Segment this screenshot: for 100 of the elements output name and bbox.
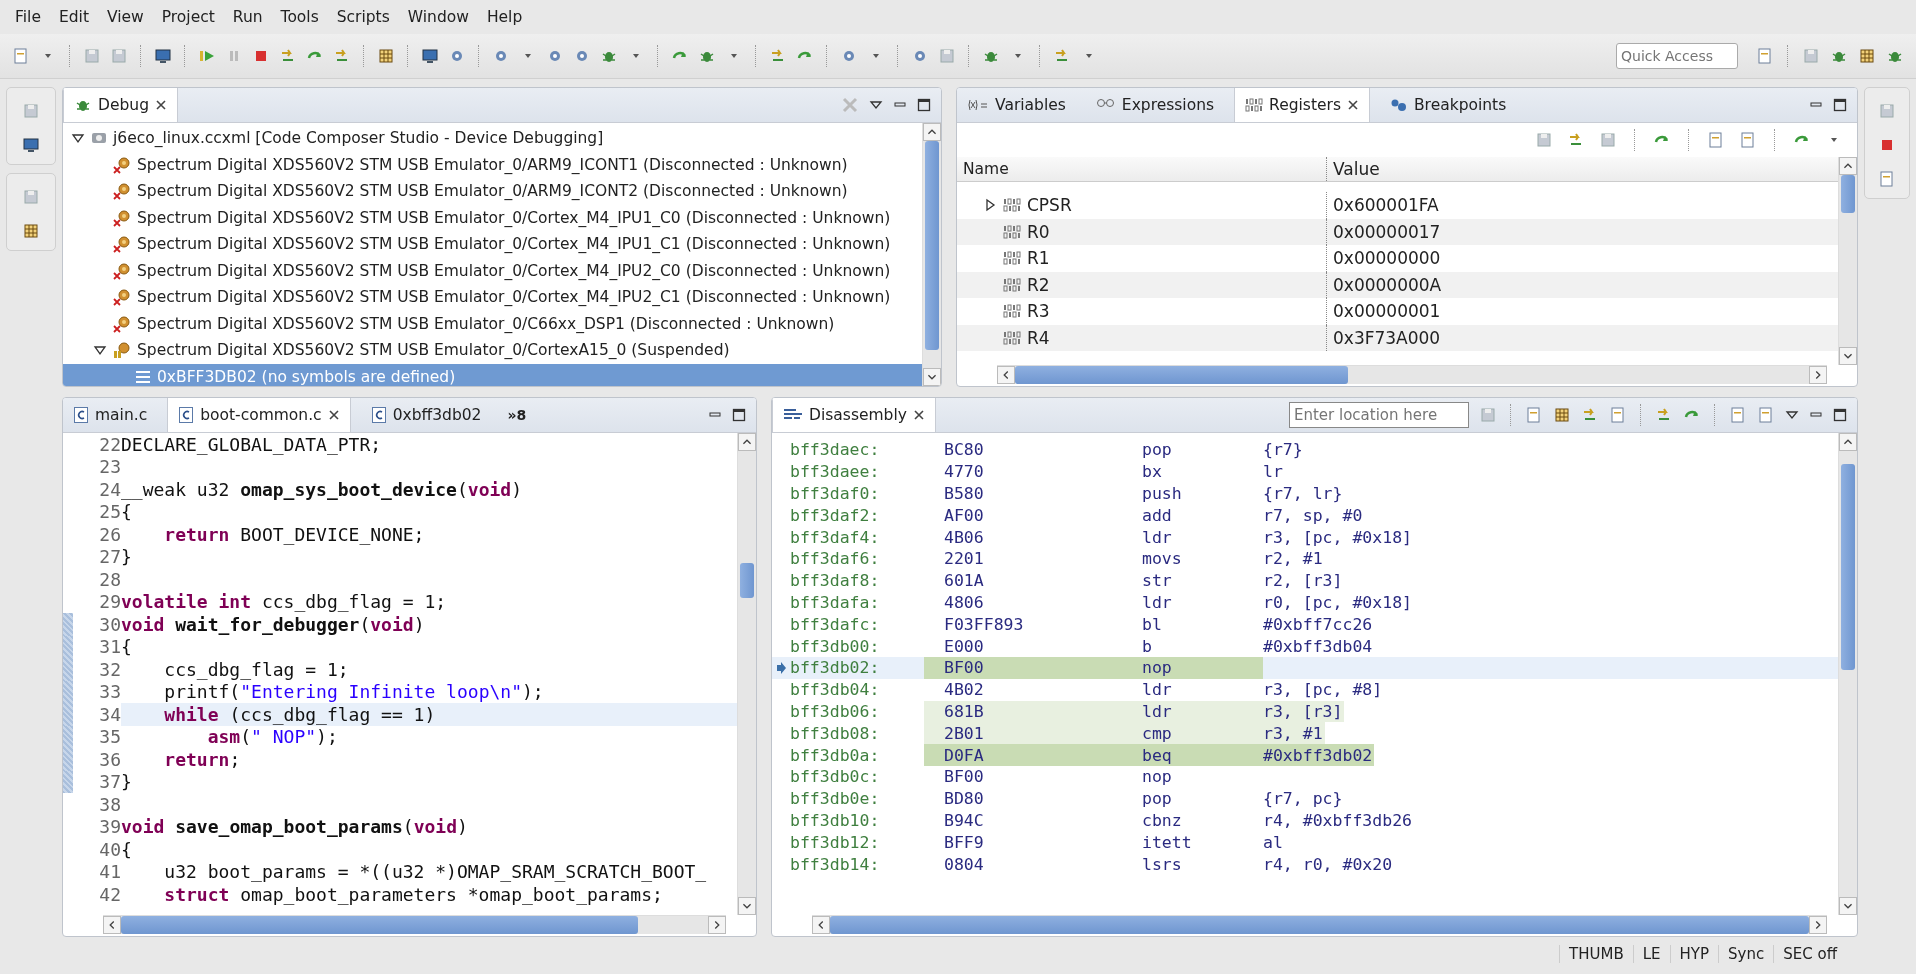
line-number: 25 <box>98 501 121 523</box>
status-item: LE <box>1632 945 1670 963</box>
tree-item[interactable]: Spectrum Digital XDS560V2 STM USB Emulator_0/Cortex_M4_IPU2_C1 (Disconnected : Unknown) <box>63 284 922 311</box>
editor-tab[interactable]: boot-common.c <box>167 398 351 432</box>
code-line: return BOOT_DEVICE_NONE; <box>163 523 425 545</box>
menu-item[interactable]: Run <box>225 5 270 29</box>
vertical-scrollbar[interactable] <box>1838 433 1857 915</box>
scroll-left-icon[interactable] <box>997 366 1015 384</box>
mnemonic: beq <box>1142 745 1173 765</box>
menu-item[interactable]: File <box>8 5 48 29</box>
view-tab[interactable]: Breakpoints <box>1379 88 1517 122</box>
operands: r0, [pc, #0x18] <box>1263 592 1413 612</box>
suspended-target-icon <box>112 340 132 361</box>
debug-tab[interactable]: Debug <box>63 88 178 122</box>
mnemonic: nop <box>1142 767 1173 787</box>
horizontal-scrollbar[interactable] <box>103 915 726 934</box>
more-tabs-button[interactable]: »8 <box>501 407 533 423</box>
address: bff3dafa: <box>790 592 881 612</box>
mnemonic: pop <box>1142 789 1173 809</box>
code-line: { <box>121 636 132 658</box>
maximize-icon[interactable] <box>1833 98 1847 112</box>
tree-item[interactable]: Spectrum Digital XDS560V2 STM USB Emulator_0/Cortex_M4_IPU1_C0 (Disconnected : Unknown) <box>63 204 922 231</box>
scroll-thumb[interactable] <box>1841 464 1855 670</box>
scroll-thumb[interactable] <box>925 141 939 350</box>
mnemonic: bl <box>1142 614 1163 634</box>
address: bff3db0a: <box>790 745 881 765</box>
code-line: printf("Entering Infinite loop\n"); <box>163 681 544 703</box>
menu-item[interactable]: View <box>99 5 151 29</box>
register-value: 0x00000000 <box>1332 248 1441 269</box>
scroll-thumb[interactable] <box>740 562 754 599</box>
scroll-thumb[interactable] <box>1841 175 1855 213</box>
column-header[interactable]: Value <box>1327 159 1380 179</box>
editor-tab[interactable]: 0xbff3db02 <box>360 398 492 432</box>
mnemonic: str <box>1142 571 1173 591</box>
close-icon[interactable] <box>155 99 167 111</box>
vertical-scrollbar[interactable] <box>1838 157 1857 365</box>
close-icon[interactable] <box>1346 99 1359 111</box>
maximize-icon[interactable] <box>1833 408 1847 422</box>
vertical-scrollbar[interactable] <box>922 123 941 386</box>
view-tab[interactable]: Expressions <box>1085 88 1225 122</box>
scroll-right-icon[interactable] <box>1809 366 1827 384</box>
monitor-icon[interactable] <box>154 47 172 65</box>
scroll-right-icon[interactable] <box>1809 916 1827 934</box>
mnemonic: bx <box>1142 462 1163 482</box>
tree-item[interactable]: Spectrum Digital XDS560V2 STM USB Emulator_0/C66xx_DSP1 (Disconnected : Unknown) <box>63 310 922 337</box>
opcode: AF00 <box>943 505 985 525</box>
column-header[interactable]: Name <box>957 157 1327 181</box>
view-tab[interactable]: Registers <box>1234 88 1370 122</box>
line-number: 38 <box>98 793 121 815</box>
opcode: 0804 <box>943 854 985 874</box>
address: bff3daec: <box>790 440 881 460</box>
tree-item[interactable]: Spectrum Digital XDS560V2 STM USB Emulator_0/CortexA15_0 (Suspended) <box>63 337 922 364</box>
maximize-icon[interactable] <box>732 408 746 422</box>
scroll-left-icon[interactable] <box>812 916 830 934</box>
scroll-up-icon[interactable] <box>1839 433 1857 451</box>
scroll-thumb[interactable] <box>121 916 638 934</box>
new-icon[interactable] <box>1707 131 1725 149</box>
menu-item[interactable]: Tools <box>273 5 326 29</box>
scroll-left-icon[interactable] <box>103 916 121 934</box>
close-icon[interactable] <box>912 409 925 421</box>
opcode: 601A <box>943 571 985 591</box>
tree-item[interactable]: Spectrum Digital XDS560V2 STM USB Emulator_0/Cortex_M4_IPU1_C1 (Disconnected : Unknown) <box>63 231 922 258</box>
operands: r2, [r3] <box>1263 571 1344 591</box>
operands: {r7, lr} <box>1263 484 1344 503</box>
tree-item[interactable]: Spectrum Digital XDS560V2 STM USB Emulator_0/ARM9_ICONT2 (Disconnected : Unknown) <box>63 178 922 205</box>
menu-item[interactable]: Project <box>154 5 222 29</box>
address: bff3daf6: <box>790 549 881 569</box>
code-line: volatile int ccs_dbg_flag = 1; <box>121 591 447 613</box>
menu-item[interactable]: Edit <box>51 5 96 29</box>
scroll-thumb[interactable] <box>1015 366 1349 384</box>
line-number: 40 <box>98 838 121 860</box>
expand-arrow-icon[interactable] <box>983 198 997 213</box>
quick-access-field[interactable]: Quick Access <box>1616 43 1738 69</box>
line-number: 23 <box>98 456 121 478</box>
grid-icon[interactable] <box>377 47 395 65</box>
view-tab[interactable]: Variables <box>957 88 1076 122</box>
tree-item[interactable]: Spectrum Digital XDS560V2 STM USB Emulator_0/Cortex_M4_IPU2_C0 (Disconnected : Unknown) <box>63 257 922 284</box>
tree-item[interactable]: j6eco_linux.ccxml [Code Composer Studio - Device Debugging] <box>63 125 922 152</box>
maximize-icon[interactable] <box>917 98 931 112</box>
new-file-icon[interactable] <box>12 47 30 65</box>
editor-tab[interactable]: main.c <box>63 398 158 432</box>
scroll-down-icon[interactable] <box>1839 897 1857 915</box>
location-field[interactable]: Enter location here <box>1289 402 1469 428</box>
close-icon[interactable] <box>327 409 340 421</box>
vertical-scrollbar[interactable] <box>737 433 756 915</box>
disassembly-tab[interactable]: Disassembly <box>772 398 936 432</box>
scroll-right-icon[interactable] <box>708 916 726 934</box>
new-icon[interactable] <box>1729 406 1747 424</box>
scroll-up-icon[interactable] <box>923 123 941 141</box>
tree-item[interactable]: Spectrum Digital XDS560V2 STM USB Emulator_0/ARM9_ICONT1 (Disconnected : Unknown) <box>63 151 922 178</box>
scroll-up-icon[interactable] <box>738 433 756 451</box>
menu-item[interactable]: Help <box>479 5 530 29</box>
horizontal-scrollbar[interactable] <box>997 365 1827 384</box>
scroll-up-icon[interactable] <box>1839 157 1857 175</box>
scroll-down-icon[interactable] <box>738 897 756 915</box>
scroll-down-icon[interactable] <box>1839 347 1857 365</box>
menu-item[interactable]: Window <box>400 5 476 29</box>
scroll-down-icon[interactable] <box>923 368 941 386</box>
menu-item[interactable]: Scripts <box>329 5 397 29</box>
monitor-icon[interactable] <box>22 136 40 154</box>
